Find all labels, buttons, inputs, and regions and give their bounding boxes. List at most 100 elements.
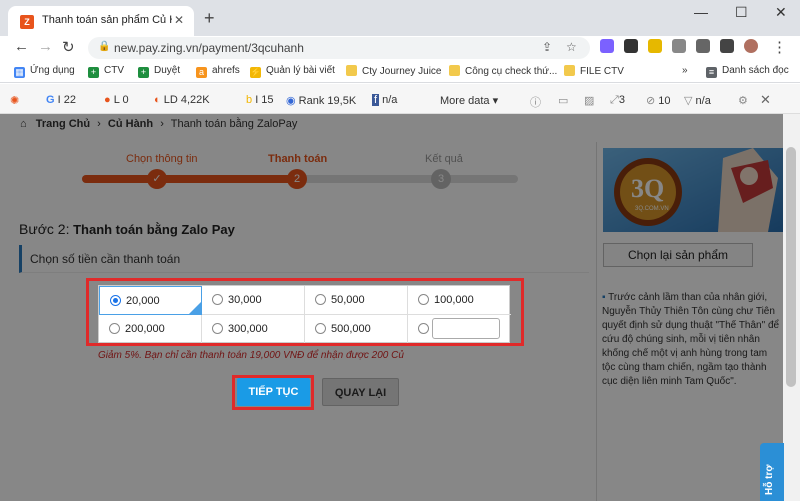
folder-icon xyxy=(449,65,460,76)
seo-linking-domains[interactable]: ◐ LD 4,22K xyxy=(154,94,210,106)
bookmark-cong-cu[interactable]: Công cụ check thứ... xyxy=(449,65,557,77)
social-icon: ▽ xyxy=(684,95,693,107)
bookmark-star-icon[interactable]: ☆ xyxy=(566,40,577,54)
amount-section-header: Chọn số tiền cần thanh toán xyxy=(19,245,589,273)
home-icon: ⌂ xyxy=(20,118,27,130)
choose-again-button[interactable]: Chọn lại sản phẩm xyxy=(603,243,753,267)
breadcrumb-cu-hanh[interactable]: Củ Hành xyxy=(108,118,153,130)
minimize-button[interactable]: — xyxy=(694,4,708,20)
url-text[interactable]: new.pay.zing.vn/payment/3qcuhanh xyxy=(114,41,304,55)
banner-logo-text: 3Q xyxy=(631,174,665,203)
progress-fill xyxy=(82,175,296,183)
description-text: Trước cảnh lầm than của nhân giới, Nguyễ… xyxy=(602,292,780,387)
bookmark-file-ctv[interactable]: FILE CTV xyxy=(564,65,624,77)
close-window-button[interactable]: ✕ xyxy=(775,4,787,21)
page-icon: ⊘ xyxy=(646,95,656,107)
bookmark-quan-ly[interactable]: ⚡ Quản lý bài viết xyxy=(250,65,335,78)
seo-links-count[interactable]: ⤢3 xyxy=(610,94,625,107)
folder-icon xyxy=(346,65,357,76)
step-2-marker: 2 xyxy=(287,169,307,189)
bing-icon: b xyxy=(246,94,253,106)
tab-title: Thanh toán sản phẩm Củ Hành xyxy=(42,14,172,26)
facebook-icon: f xyxy=(372,94,380,106)
scrollbar-thumb[interactable] xyxy=(786,147,796,387)
extension-seo-icon[interactable] xyxy=(648,39,662,53)
maximize-button[interactable]: ☐ xyxy=(735,4,748,21)
seo-social[interactable]: ▽ n/a xyxy=(684,94,711,107)
seo-logo-icon[interactable]: ✺ xyxy=(10,94,19,107)
breadcrumb-separator: › xyxy=(160,118,164,130)
link-icon: ⤢ xyxy=(610,94,619,106)
seo-facebook[interactable]: f n/a xyxy=(372,94,397,106)
extension-pen-icon[interactable] xyxy=(600,39,614,53)
apps-icon: ▦ xyxy=(14,67,25,78)
zing-favicon-icon: Z xyxy=(20,15,34,29)
bookmark-journey-juice[interactable]: Cty Journey Juice xyxy=(346,65,441,77)
bookmarks-overflow-icon[interactable]: » xyxy=(682,65,688,76)
game-banner-image: 3Q 3Q.COM.VN xyxy=(603,148,784,232)
bookmark-duyet[interactable]: + Duyệt xyxy=(138,65,180,78)
forward-arrow-icon[interactable]: → xyxy=(38,38,53,55)
step-1-label: Chọn thông tin xyxy=(126,153,198,165)
seo-pages-count[interactable]: ⊘ 10 xyxy=(646,94,671,107)
settings-gear-icon[interactable]: ⚙ xyxy=(738,94,748,107)
rank-icon: ◉ xyxy=(286,95,296,107)
info-icon[interactable]: ⓘ xyxy=(530,94,541,110)
back-button[interactable]: QUAY LẠI xyxy=(322,378,399,406)
step-3-marker: 3 xyxy=(431,169,451,189)
reading-list-icon: ≡ xyxy=(706,67,717,78)
discount-note: Giảm 5%. Bạn chỉ cần thanh toán 19,000 V… xyxy=(98,350,404,361)
step-2-label: Thanh toán xyxy=(268,153,328,165)
seo-links[interactable]: ● L 0 xyxy=(104,94,129,106)
tab-close-icon[interactable]: ✕ xyxy=(174,13,184,27)
google-icon: G xyxy=(46,94,55,106)
banner-site-text: 3Q.COM.VN xyxy=(635,206,669,212)
profile-avatar[interactable] xyxy=(744,39,758,53)
breadcrumb-separator: › xyxy=(97,118,101,130)
step-3-label: Kết quả xyxy=(425,153,463,165)
lock-icon: 🔒 xyxy=(98,41,111,52)
highlight-continue-box xyxy=(232,375,314,410)
sheets-icon: + xyxy=(88,67,99,78)
media-control-icon[interactable] xyxy=(720,39,734,53)
bookmark-ahrefs[interactable]: a ahrefs xyxy=(196,65,240,78)
product-description: ▪ Trước cảnh lầm than của nhân giới, Ngu… xyxy=(602,291,782,389)
step-prefix: Bước 2: xyxy=(19,221,70,237)
folder-icon xyxy=(564,65,575,76)
step-1-check-icon: ✓ xyxy=(147,169,167,189)
ahrefs-icon: a xyxy=(196,67,207,78)
seo-rank[interactable]: ◉ Rank 19,5K xyxy=(286,94,356,107)
extensions-puzzle-icon[interactable] xyxy=(696,39,710,53)
monitor-icon[interactable]: ▭ xyxy=(558,94,568,107)
circle-icon: ● xyxy=(104,94,111,106)
help-support-button[interactable]: Hỗ trợ xyxy=(760,443,784,501)
back-arrow-icon[interactable]: ← xyxy=(14,38,29,55)
image-icon[interactable]: ▨ xyxy=(584,94,594,107)
extension-check-icon[interactable] xyxy=(624,39,638,53)
step-heading: Bước 2: Thanh toán bằng Zalo Pay xyxy=(19,221,235,237)
bookmark-apps[interactable]: ▦ Ứng dụng xyxy=(14,65,75,78)
seo-bing-index[interactable]: b I 15 xyxy=(246,94,274,106)
breadcrumb-current: Thanh toán bằng ZaloPay xyxy=(170,118,298,130)
links-icon: ◐ xyxy=(154,94,161,106)
bookmark-ctv[interactable]: + CTV xyxy=(88,65,124,78)
breadcrumb: ⌂ Trang Chủ › Củ Hành › Thanh toán bằng … xyxy=(20,118,297,130)
reload-icon[interactable]: ↻ xyxy=(62,38,75,56)
breadcrumb-home[interactable]: Trang Chủ xyxy=(36,118,90,130)
help-label: Hỗ trợ xyxy=(764,464,775,495)
address-bar[interactable]: 🔒 new.pay.zing.vn/payment/3qcuhanh ⇪ ☆ xyxy=(88,37,590,59)
seo-close-icon[interactable]: ✕ xyxy=(760,92,771,108)
new-tab-button[interactable]: + xyxy=(204,8,215,29)
bolt-icon: ⚡ xyxy=(250,67,262,78)
amount-section-title: Chọn số tiền cần thanh toán xyxy=(30,252,181,266)
step-title: Thanh toán bằng Zalo Pay xyxy=(69,222,235,237)
highlight-amount-box xyxy=(86,278,524,346)
browser-tab[interactable]: Z Thanh toán sản phẩm Củ Hành ✕ xyxy=(8,6,194,36)
extension-box-icon[interactable] xyxy=(672,39,686,53)
reading-list[interactable]: ≡ Danh sách đọc xyxy=(706,65,789,78)
seo-more-data[interactable]: More data ▾ xyxy=(440,94,498,107)
seo-google-index[interactable]: G I 22 xyxy=(46,94,76,106)
share-icon[interactable]: ⇪ xyxy=(542,40,552,54)
menu-kebab-icon[interactable]: ⋮ xyxy=(772,38,787,56)
sheets-icon: + xyxy=(138,67,149,78)
